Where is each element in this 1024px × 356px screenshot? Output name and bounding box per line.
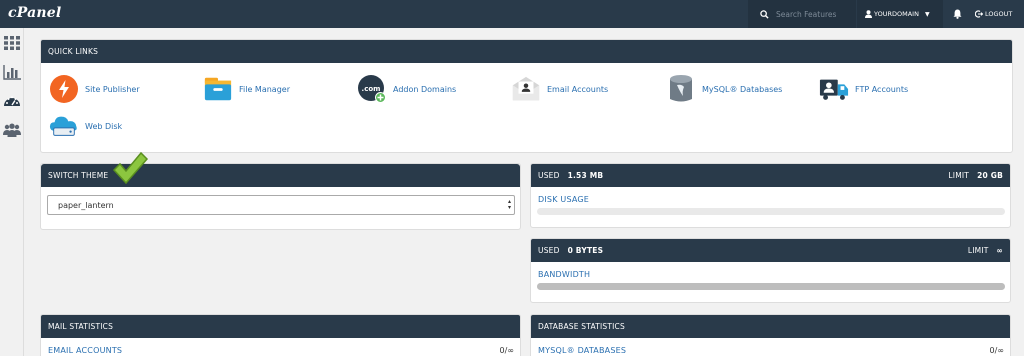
mail-statistics-header: MAIL STATISTICS xyxy=(41,315,520,338)
quick-link-label: Email Accounts xyxy=(547,84,609,94)
switch-theme-panel: SWITCH THEME paper_lantern ▴ ▾ xyxy=(40,151,521,230)
ftp-accounts-icon xyxy=(819,74,849,104)
addon-domains-icon: .com xyxy=(357,74,387,104)
mysql-databases-count: 0/∞ xyxy=(989,346,1004,355)
quick-link-ftp-accounts[interactable]: FTP Accounts xyxy=(819,74,908,104)
grid-icon[interactable] xyxy=(2,33,22,53)
quick-link-file-manager[interactable]: File Manager xyxy=(203,74,290,104)
disk-used-value: 1.53 MB xyxy=(567,171,604,180)
user-menu[interactable]: YOURDOMAIN ▼ xyxy=(857,0,943,28)
quick-link-email-accounts[interactable]: Email Accounts xyxy=(511,74,608,104)
quick-link-addon-domains[interactable]: .com Addon Domains xyxy=(357,74,456,104)
quick-links-panel: QUICK LINKS Site Publisher File Manager xyxy=(40,39,1013,153)
bandwidth-limit-label: LIMIT xyxy=(967,246,989,255)
quick-link-label: Addon Domains xyxy=(393,84,457,94)
bandwidth-panel: USED 0 BYTES LIMIT ∞ BANDWIDTH xyxy=(530,238,1011,303)
quick-link-site-publisher[interactable]: Site Publisher xyxy=(49,74,140,104)
web-disk-icon xyxy=(49,111,79,141)
quick-link-mysql-databases[interactable]: MySQL® Databases xyxy=(666,74,782,104)
search-box xyxy=(748,0,856,28)
bell-icon xyxy=(953,9,961,19)
email-accounts-count: 0/∞ xyxy=(499,346,514,355)
username-label: YOURDOMAIN xyxy=(874,10,919,18)
svg-text:.com: .com xyxy=(362,85,381,93)
bandwidth-used-value: 0 BYTES xyxy=(567,246,604,255)
bandwidth-used-label: USED xyxy=(538,246,560,255)
notifications-button[interactable] xyxy=(945,0,969,28)
disk-usage-header: USED 1.53 MB LIMIT 20 GB xyxy=(531,164,1010,187)
caret-down-icon: ▼ xyxy=(924,10,930,18)
site-publisher-icon xyxy=(49,74,79,104)
database-statistics-panel: DATABASE STATISTICS MYSQL® DATABASES 0/∞ xyxy=(530,314,1011,356)
database-statistics-header: DATABASE STATISTICS xyxy=(531,315,1010,338)
file-manager-icon xyxy=(203,74,233,104)
bandwidth-limit-value: ∞ xyxy=(996,246,1003,255)
quick-link-label: MySQL® Databases xyxy=(702,84,783,94)
search-icon xyxy=(760,9,769,19)
bandwidth-bar xyxy=(537,283,1005,290)
quick-links-title: QUICK LINKS xyxy=(48,47,99,56)
user-icon xyxy=(865,10,872,18)
database-statistics-title: DATABASE STATISTICS xyxy=(538,322,625,331)
dashboard-gauge-icon[interactable] xyxy=(2,91,22,111)
quick-link-label: Site Publisher xyxy=(85,84,140,94)
theme-selected-value: paper_lantern xyxy=(58,200,114,210)
mail-statistics-panel: MAIL STATISTICS EMAIL ACCOUNTS 0/∞ xyxy=(40,314,521,356)
email-accounts-link[interactable]: EMAIL ACCOUNTS xyxy=(48,346,122,355)
disk-usage-bar xyxy=(537,208,1005,215)
quick-link-label: File Manager xyxy=(239,84,290,94)
logout-button[interactable]: LOGOUT xyxy=(975,0,1012,28)
quick-link-label: Web Disk xyxy=(85,121,123,131)
search-input[interactable] xyxy=(776,7,854,21)
quick-link-web-disk[interactable]: Web Disk xyxy=(49,111,122,141)
green-checkmark-icon xyxy=(112,151,149,185)
bandwidth-bar-fill xyxy=(537,283,1005,290)
bar-chart-icon[interactable] xyxy=(2,62,22,82)
disk-limit-label: LIMIT xyxy=(948,171,970,180)
quick-link-label: FTP Accounts xyxy=(855,84,909,94)
bandwidth-header: USED 0 BYTES LIMIT ∞ xyxy=(531,239,1010,262)
bandwidth-link[interactable]: BANDWIDTH xyxy=(538,270,590,279)
top-bar: cPanel YOURDOMAIN ▼ LOGOUT xyxy=(0,0,1024,28)
mysql-databases-icon xyxy=(666,74,696,104)
logout-label: LOGOUT xyxy=(985,10,1013,18)
disk-usage-panel: USED 1.53 MB LIMIT 20 GB DISK USAGE xyxy=(530,163,1011,228)
disk-usage-link[interactable]: DISK USAGE xyxy=(538,195,589,204)
switch-theme-title: SWITCH THEME xyxy=(48,171,109,180)
side-navigation xyxy=(0,28,24,356)
disk-limit-value: 20 GB xyxy=(977,171,1003,180)
theme-select[interactable]: paper_lantern ▴ ▾ xyxy=(47,195,515,215)
cpanel-logo[interactable]: cPanel xyxy=(8,5,61,21)
mysql-databases-link[interactable]: MYSQL® DATABASES xyxy=(538,346,626,355)
email-accounts-icon xyxy=(511,74,541,104)
users-icon[interactable] xyxy=(2,120,22,140)
logout-icon xyxy=(975,10,983,18)
quick-links-header: QUICK LINKS xyxy=(41,40,1012,63)
mail-statistics-title: MAIL STATISTICS xyxy=(48,322,114,331)
disk-used-label: USED xyxy=(538,171,560,180)
select-arrows-icon: ▴ ▾ xyxy=(507,198,511,211)
